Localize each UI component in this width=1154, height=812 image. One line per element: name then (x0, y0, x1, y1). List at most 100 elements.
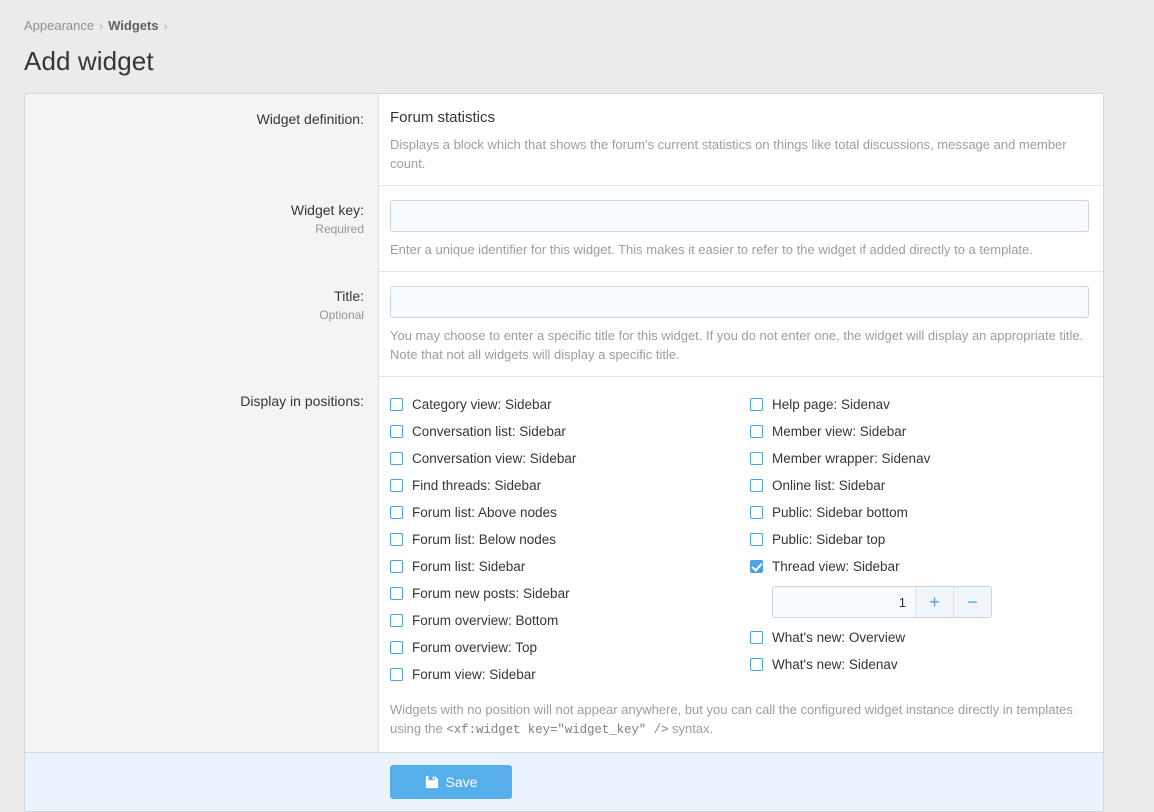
positions-column-left: Category view: Sidebar Conversation list… (390, 391, 750, 688)
positions-note-code: <xf:widget key="widget_key" /> (446, 723, 669, 737)
checkbox-icon[interactable] (750, 425, 763, 438)
position-checkbox-public-sidebar-top[interactable]: Public: Sidebar top (750, 526, 1110, 553)
position-label: Conversation view: Sidebar (412, 451, 577, 466)
position-label: Member wrapper: Sidenav (772, 451, 931, 466)
breadcrumb-separator-icon: › (163, 19, 168, 33)
checkbox-icon[interactable] (390, 533, 403, 546)
position-label: Public: Sidebar bottom (772, 505, 908, 520)
widget-form-panel: Widget definition: Forum statistics Disp… (24, 93, 1104, 812)
title-content: You may choose to enter a specific title… (379, 271, 1103, 376)
checkbox-icon[interactable] (750, 658, 763, 671)
form-row-widget-definition: Widget definition: Forum statistics Disp… (25, 94, 1103, 185)
position-checkbox-forum-overview-top[interactable]: Forum overview: Top (390, 634, 750, 661)
thread-view-order-stepper[interactable]: + − (772, 586, 992, 618)
positions-note-after: syntax. (668, 721, 714, 736)
widget-definition-description: Displays a block which that shows the fo… (390, 137, 1067, 171)
title-label: Title: (334, 288, 364, 304)
checkbox-icon[interactable] (390, 587, 403, 600)
widget-definition-label: Widget definition: (256, 111, 364, 127)
widget-key-content: Enter a unique identifier for this widge… (379, 185, 1103, 271)
checkbox-icon[interactable] (750, 452, 763, 465)
checkbox-icon[interactable] (750, 533, 763, 546)
checkbox-icon[interactable] (390, 614, 403, 627)
form-footer: Save (25, 752, 1103, 811)
position-label: Forum new posts: Sidebar (412, 586, 570, 601)
checkbox-icon[interactable] (750, 631, 763, 644)
position-checkbox-category-view-sidebar[interactable]: Category view: Sidebar (390, 391, 750, 418)
position-label: Forum list: Sidebar (412, 559, 526, 574)
widget-definition-name: Forum statistics (390, 109, 496, 126)
checkbox-icon[interactable] (390, 452, 403, 465)
stepper-increment-button[interactable]: + (915, 587, 953, 617)
position-checkbox-member-wrapper-sidenav[interactable]: Member wrapper: Sidenav (750, 445, 1110, 472)
checkbox-icon[interactable] (390, 479, 403, 492)
save-icon (425, 775, 439, 789)
widget-key-label-cell: Widget key: Required (25, 185, 379, 271)
position-label: Public: Sidebar top (772, 532, 886, 547)
position-label: Category view: Sidebar (412, 397, 552, 412)
display-positions-content: Category view: Sidebar Conversation list… (379, 376, 1103, 752)
display-positions-label-cell: Display in positions: (25, 376, 379, 752)
widget-definition-label-cell: Widget definition: (25, 94, 379, 185)
title-label-cell: Title: Optional (25, 271, 379, 376)
checkbox-icon[interactable] (390, 668, 403, 681)
position-label: Member view: Sidebar (772, 424, 907, 439)
widget-key-label: Widget key: (290, 202, 364, 218)
position-checkbox-public-sidebar-bottom[interactable]: Public: Sidebar bottom (750, 499, 1110, 526)
breadcrumb-separator-icon: › (99, 19, 104, 33)
position-label: Forum list: Above nodes (412, 505, 557, 520)
position-label: Forum overview: Bottom (412, 613, 559, 628)
save-button-label: Save (445, 774, 478, 790)
page-title: Add widget (24, 46, 154, 76)
display-positions-label: Display in positions: (240, 393, 364, 409)
page-header: Appearance › Widgets › Add widget (0, 0, 1154, 77)
position-label: Thread view: Sidebar (772, 559, 900, 574)
breadcrumb-item-appearance[interactable]: Appearance (24, 18, 94, 33)
position-checkbox-conversation-list-sidebar[interactable]: Conversation list: Sidebar (390, 418, 750, 445)
position-checkbox-thread-view-sidebar[interactable]: Thread view: Sidebar (750, 553, 1110, 580)
widget-key-hint: Enter a unique identifier for this widge… (390, 242, 1033, 257)
checkbox-icon[interactable] (390, 398, 403, 411)
position-checkbox-forum-view-sidebar[interactable]: Forum view: Sidebar (390, 661, 750, 688)
form-row-display-positions: Display in positions: Category view: Sid… (25, 376, 1103, 752)
checkbox-icon[interactable] (750, 506, 763, 519)
widget-key-required-note: Required (315, 222, 364, 236)
stepper-value-input[interactable] (773, 587, 915, 617)
position-label: Find threads: Sidebar (412, 478, 542, 493)
checkbox-checked-icon[interactable] (750, 560, 763, 573)
position-checkbox-conversation-view-sidebar[interactable]: Conversation view: Sidebar (390, 445, 750, 472)
position-label: Help page: Sidenav (772, 397, 890, 412)
position-checkbox-member-view-sidebar[interactable]: Member view: Sidebar (750, 418, 1110, 445)
position-checkbox-whats-new-overview[interactable]: What's new: Overview (750, 624, 1110, 651)
positions-column-right: Help page: Sidenav Member view: Sidebar … (750, 391, 1110, 688)
checkbox-icon[interactable] (390, 560, 403, 573)
positions-note: Widgets with no position will not appear… (390, 700, 1089, 740)
checkbox-icon[interactable] (750, 398, 763, 411)
position-label: What's new: Sidenav (772, 657, 898, 672)
position-label: Online list: Sidebar (772, 478, 886, 493)
position-label: What's new: Overview (772, 630, 906, 645)
position-checkbox-forum-list-above-nodes[interactable]: Forum list: Above nodes (390, 499, 750, 526)
position-checkbox-online-list-sidebar[interactable]: Online list: Sidebar (750, 472, 1110, 499)
position-checkbox-forum-list-sidebar[interactable]: Forum list: Sidebar (390, 553, 750, 580)
breadcrumb: Appearance › Widgets › (24, 18, 1154, 35)
checkbox-icon[interactable] (390, 506, 403, 519)
stepper-decrement-button[interactable]: − (953, 587, 991, 617)
position-label: Forum list: Below nodes (412, 532, 557, 547)
position-checkbox-forum-overview-bottom[interactable]: Forum overview: Bottom (390, 607, 750, 634)
title-hint: You may choose to enter a specific title… (390, 328, 1084, 362)
save-button[interactable]: Save (390, 765, 512, 799)
widget-key-input[interactable] (390, 200, 1089, 232)
title-input[interactable] (390, 286, 1089, 318)
position-checkbox-find-threads-sidebar[interactable]: Find threads: Sidebar (390, 472, 750, 499)
checkbox-icon[interactable] (390, 641, 403, 654)
title-optional-note: Optional (319, 308, 364, 322)
position-label: Forum overview: Top (412, 640, 538, 655)
checkbox-icon[interactable] (390, 425, 403, 438)
position-checkbox-forum-new-posts-sidebar[interactable]: Forum new posts: Sidebar (390, 580, 750, 607)
breadcrumb-item-widgets[interactable]: Widgets (108, 18, 158, 33)
checkbox-icon[interactable] (750, 479, 763, 492)
position-checkbox-whats-new-sidenav[interactable]: What's new: Sidenav (750, 651, 1110, 678)
position-checkbox-help-page-sidenav[interactable]: Help page: Sidenav (750, 391, 1110, 418)
position-checkbox-forum-list-below-nodes[interactable]: Forum list: Below nodes (390, 526, 750, 553)
